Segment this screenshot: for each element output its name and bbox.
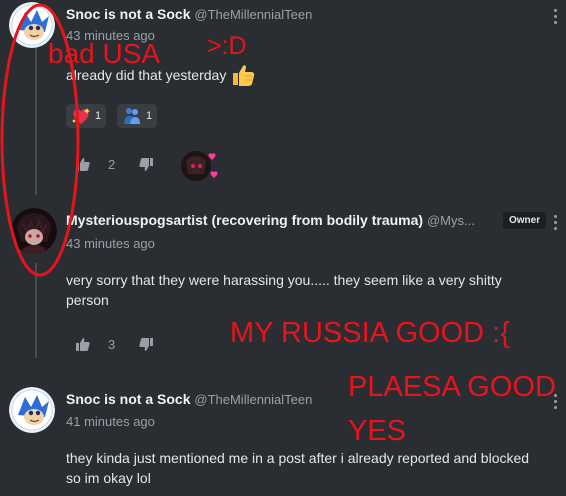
overlay-text: PLAESA GOOD (348, 371, 556, 403)
overlay-text: MY RUSSIA GOOD :{ (230, 317, 510, 349)
red-ellipse-annotation (0, 3, 80, 277)
overlay-text: >:D (207, 32, 247, 60)
overlay-text: YES (348, 415, 407, 447)
overlay-text: bad USA (48, 38, 161, 69)
